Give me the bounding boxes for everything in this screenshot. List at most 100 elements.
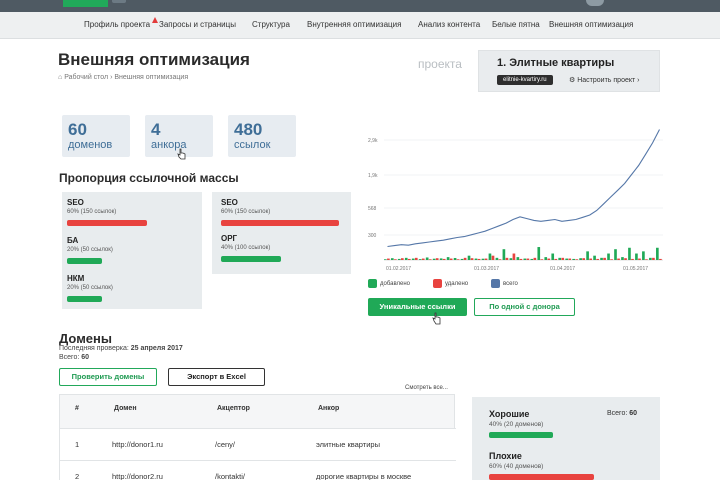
bar-added xyxy=(397,258,401,260)
column-header-anchor[interactable]: Анкор xyxy=(318,405,339,412)
domains-table: # Домен Акцептор Анкор 1 http://donor1.r… xyxy=(59,394,456,480)
bar-removed xyxy=(540,259,544,260)
domains-total: Всего: 60 xyxy=(59,354,89,361)
legend-swatch-green xyxy=(368,279,377,288)
bar-removed xyxy=(449,258,453,260)
cell-domain[interactable]: http://donor2.ru xyxy=(112,472,163,480)
cell-acceptor[interactable]: /kontakti/ xyxy=(215,472,245,480)
project-name[interactable]: 1. Элитные квартиры xyxy=(497,57,614,69)
export-excel-button[interactable]: Экспорт в Excel xyxy=(168,368,265,386)
nav-item-content[interactable]: Анализ контента xyxy=(418,20,480,29)
bar-removed xyxy=(596,258,599,260)
stat-label: ссылок xyxy=(234,139,271,151)
proportion-sub: 60% (150 ссылок) xyxy=(221,209,271,215)
x-tick-label: 01.05.2017 xyxy=(623,266,648,272)
y-tick-label: 1,9k xyxy=(368,173,378,179)
proportion-bar xyxy=(221,256,281,262)
breadcrumb-path[interactable]: Рабочий стол › Внешняя оптимизация xyxy=(64,74,188,81)
legend-swatch-blue xyxy=(491,279,500,288)
project-settings-label: Настроить проект › xyxy=(577,77,640,84)
bar-removed xyxy=(554,258,558,260)
bar-removed xyxy=(414,257,418,260)
legend-swatch-red xyxy=(433,279,442,288)
bar-added xyxy=(544,257,548,260)
quality-name: Плохие xyxy=(489,451,522,461)
bar-removed xyxy=(631,258,634,260)
nav-item-white-spots[interactable]: Белые пятна xyxy=(492,20,540,29)
cell-domain[interactable]: http://donor1.ru xyxy=(112,440,163,449)
proportion-bar xyxy=(67,220,147,226)
stat-links[interactable]: 480 ссылок xyxy=(228,115,296,157)
bar-added xyxy=(586,251,589,260)
nav-item-internal[interactable]: Внутренняя оптимизация xyxy=(307,20,401,29)
one-per-donor-button[interactable]: По одной с донора xyxy=(474,298,575,316)
unique-links-button[interactable]: Уникальные ссылки xyxy=(368,298,467,316)
legend-total-label: всего xyxy=(503,281,518,288)
bar-removed xyxy=(652,257,655,260)
table-row[interactable]: 2 http://donor2.ru /kontakti/ дорогие кв… xyxy=(60,460,456,480)
cell-anchor: элитные квартиры xyxy=(316,440,380,449)
cell-anchor: дорогие квартиры в москве xyxy=(316,472,412,480)
see-all-link[interactable]: Смотреть все... xyxy=(405,385,448,391)
legend-added[interactable]: добавлено xyxy=(368,279,410,288)
hand-cursor-icon xyxy=(177,148,186,160)
bar-removed xyxy=(561,257,565,260)
quality-bar xyxy=(489,432,553,438)
bar-added xyxy=(635,253,638,260)
domains-total-value: 60 xyxy=(81,354,90,361)
project-settings-link[interactable]: ⚙ Настроить проект › xyxy=(569,76,639,84)
bar-added xyxy=(530,258,534,260)
project-url[interactable]: elitnie-kvartiry.ru xyxy=(497,75,553,85)
bar-added xyxy=(460,258,464,260)
bar-removed xyxy=(610,259,613,260)
nav-item-structure[interactable]: Структура xyxy=(252,20,290,29)
avatar[interactable] xyxy=(586,0,604,6)
proportion-name: SEO xyxy=(67,198,84,207)
x-tick-label: 01.04.2017 xyxy=(550,266,575,272)
bar-added xyxy=(453,257,457,260)
stat-domains[interactable]: 60 доменов xyxy=(62,115,130,157)
nav-item-external[interactable]: Внешняя оптимизация xyxy=(549,20,633,29)
check-domains-button[interactable]: Проверить домены xyxy=(59,368,157,386)
proportion-sub: 60% (150 ссылок) xyxy=(67,209,117,215)
bar-added xyxy=(656,247,659,260)
nav-item-queries[interactable]: Запросы и страницы xyxy=(159,20,236,29)
table-row[interactable]: 1 http://donor1.ru /ceny/ элитные кварти… xyxy=(60,428,456,460)
y-tick-label: 568 xyxy=(368,206,377,212)
bar-removed xyxy=(568,258,572,260)
cell-index: 1 xyxy=(75,440,80,449)
quality-name: Хорошие xyxy=(489,409,530,419)
domains-title: Домены xyxy=(59,331,112,346)
bar-added xyxy=(481,258,485,260)
legend-total[interactable]: всего xyxy=(491,279,518,288)
bar-removed xyxy=(491,255,495,260)
cell-acceptor[interactable]: /ceny/ xyxy=(215,440,235,449)
bar-added xyxy=(488,253,492,260)
logo[interactable] xyxy=(63,0,108,7)
x-tick-label: 01.02.2017 xyxy=(386,266,411,272)
bar-removed xyxy=(394,259,397,260)
logo-mark xyxy=(112,0,126,3)
bar-added xyxy=(600,257,603,260)
proportion-panel-right: SEO 60% (150 ссылок) ОРГ 40% (100 ссылок… xyxy=(212,192,351,274)
domain-quality-panel: Всего: 60 Хорошие 40% (20 доменов) Плохи… xyxy=(472,397,660,480)
bar-added xyxy=(642,251,645,260)
bar-added xyxy=(390,258,394,260)
bar-removed xyxy=(526,258,530,260)
stat-value: 60 xyxy=(68,120,87,139)
last-check: Последняя проверка: 25 апреля 2017 xyxy=(59,345,183,352)
nav-item-profile[interactable]: Профиль проекта xyxy=(84,20,150,29)
column-header-domain[interactable]: Домен xyxy=(114,405,137,412)
proportion-panel-left: SEO 60% (150 ссылок) БА 20% (50 ссылок) … xyxy=(62,192,202,309)
legend-removed[interactable]: удалено xyxy=(433,279,468,288)
bar-removed xyxy=(435,258,439,260)
column-header-index[interactable]: # xyxy=(75,405,79,412)
bar-added xyxy=(607,253,610,260)
bar-removed xyxy=(407,258,411,260)
bar-added xyxy=(446,257,450,260)
bar-added xyxy=(593,255,596,260)
column-header-acceptor[interactable]: Акцептор xyxy=(217,405,250,412)
line-total xyxy=(387,129,660,248)
proportion-name: ОРГ xyxy=(221,234,238,243)
bar-added xyxy=(649,257,652,260)
